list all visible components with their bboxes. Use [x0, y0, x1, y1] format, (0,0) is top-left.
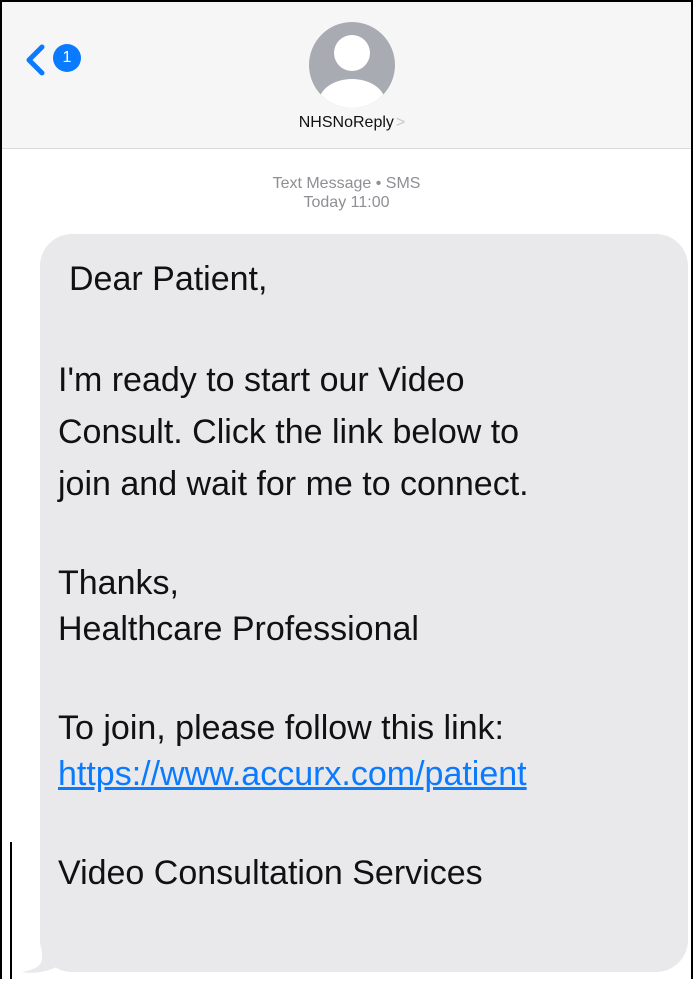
message-thanks: Thanks, — [58, 564, 179, 602]
back-chevron-icon — [26, 44, 45, 76]
message-link[interactable]: https://www.accurx.com/patient — [58, 753, 527, 795]
contact-info-button[interactable]: NHSNoReply > — [272, 22, 432, 142]
message-body-line: I'm ready to start our Video — [58, 361, 465, 399]
contact-name-row: NHSNoReply > — [272, 114, 432, 132]
bubble-tail-icon — [22, 932, 58, 973]
chevron-right-icon: > — [395, 114, 406, 131]
unread-count-badge: 1 — [53, 44, 81, 72]
message-service-name: Video Consultation Services — [58, 854, 483, 892]
message-join-text: To join, please follow this link: — [58, 709, 505, 747]
person-icon — [319, 35, 385, 108]
conversation-header: 1 NHSNoReply > — [2, 2, 691, 149]
message-body-line: join and wait for me to connect. — [58, 465, 529, 503]
message-timestamp: Today 11:00 — [303, 194, 390, 211]
avatar — [309, 22, 395, 108]
left-edge-line — [10, 842, 12, 979]
messages-screen: 1 NHSNoReply > Text Message • SMS Today 1… — [0, 0, 693, 979]
back-button[interactable]: 1 — [24, 42, 84, 82]
message-greeting: Dear Patient, — [69, 260, 268, 298]
message-type-label: Text Message • SMS — [272, 175, 421, 192]
contact-name: NHSNoReply — [298, 114, 394, 131]
message-body-line: Consult. Click the link below to — [58, 413, 520, 451]
message-meta: Text Message • SMS Today 11:00 — [2, 174, 691, 212]
message-signature: Healthcare Professional — [58, 610, 419, 648]
